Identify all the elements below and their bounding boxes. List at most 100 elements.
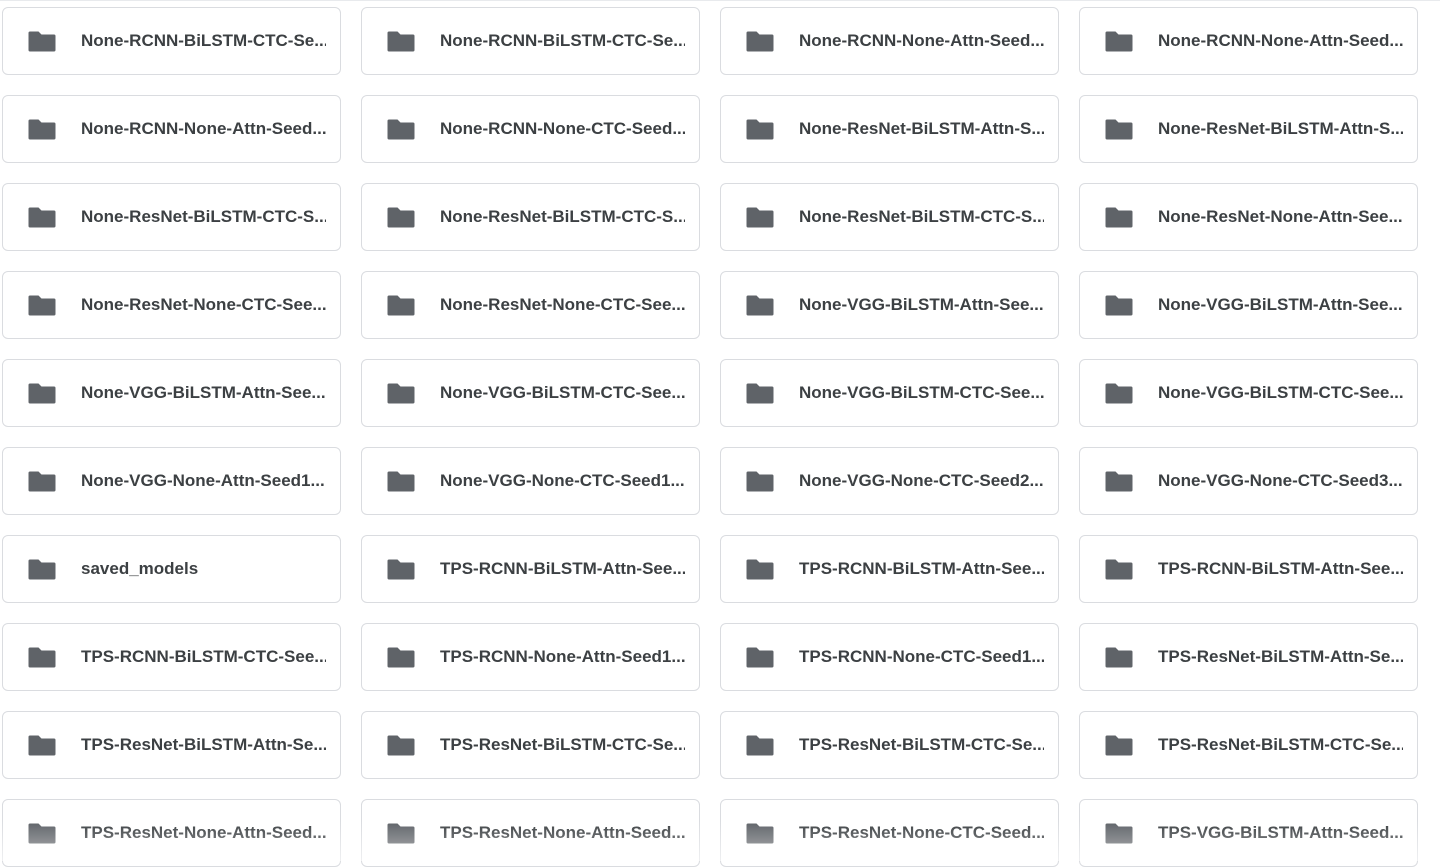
folder-icon [386, 205, 416, 229]
folder-icon [386, 821, 416, 845]
folder-name: None-ResNet-None-CTC-See... [440, 295, 685, 315]
folder-icon [1104, 293, 1134, 317]
folder-name: TPS-RCNN-None-CTC-Seed1... [799, 647, 1044, 667]
folder-icon [386, 29, 416, 53]
folder-name: TPS-ResNet-BiLSTM-Attn-Se... [81, 735, 326, 755]
folder-item[interactable]: None-VGG-BiLSTM-Attn-See... [2, 359, 341, 427]
folder-item[interactable]: None-RCNN-BiLSTM-CTC-Se... [2, 7, 341, 75]
folder-item[interactable]: None-ResNet-None-CTC-See... [361, 271, 700, 339]
folder-name: None-RCNN-None-Attn-Seed... [81, 119, 326, 139]
folder-item[interactable]: None-RCNN-None-Attn-Seed... [1079, 7, 1418, 75]
folder-item[interactable]: None-RCNN-None-Attn-Seed... [720, 7, 1059, 75]
folder-icon [745, 29, 775, 53]
folder-icon [27, 469, 57, 493]
folder-item[interactable]: None-VGG-BiLSTM-Attn-See... [1079, 271, 1418, 339]
folder-item[interactable]: TPS-ResNet-BiLSTM-Attn-Se... [1079, 623, 1418, 691]
folder-name: None-ResNet-None-Attn-See... [1158, 207, 1403, 227]
folder-name: TPS-ResNet-None-Attn-Seed... [440, 823, 685, 843]
folder-icon [386, 645, 416, 669]
folder-item[interactable]: TPS-RCNN-BiLSTM-Attn-See... [361, 535, 700, 603]
folder-name: None-RCNN-BiLSTM-CTC-Se... [81, 31, 326, 51]
folder-item[interactable]: TPS-VGG-BiLSTM-Attn-Seed... [1079, 799, 1418, 867]
folder-item[interactable]: None-VGG-BiLSTM-CTC-See... [720, 359, 1059, 427]
folder-icon [1104, 557, 1134, 581]
folder-icon [1104, 733, 1134, 757]
folder-item[interactable]: None-ResNet-BiLSTM-CTC-S... [720, 183, 1059, 251]
folder-item[interactable]: None-VGG-None-CTC-Seed2... [720, 447, 1059, 515]
folder-name: None-ResNet-BiLSTM-Attn-S... [799, 119, 1044, 139]
folder-item[interactable]: None-ResNet-None-Attn-See... [1079, 183, 1418, 251]
folder-icon [745, 645, 775, 669]
folder-icon [27, 733, 57, 757]
folder-name: TPS-ResNet-None-CTC-Seed... [799, 823, 1044, 843]
folder-item[interactable]: TPS-RCNN-None-CTC-Seed1... [720, 623, 1059, 691]
folder-name: None-ResNet-BiLSTM-CTC-S... [799, 207, 1044, 227]
folder-item[interactable]: TPS-RCNN-BiLSTM-Attn-See... [720, 535, 1059, 603]
folder-item[interactable]: saved_models [2, 535, 341, 603]
folder-name: None-RCNN-None-Attn-Seed... [1158, 31, 1403, 51]
folder-icon [745, 293, 775, 317]
folder-item[interactable]: TPS-ResNet-BiLSTM-CTC-Se... [720, 711, 1059, 779]
folder-name: TPS-RCNN-BiLSTM-Attn-See... [799, 559, 1044, 579]
folder-icon [386, 381, 416, 405]
folder-icon [27, 821, 57, 845]
folder-item[interactable]: TPS-ResNet-BiLSTM-CTC-Se... [361, 711, 700, 779]
folder-name: TPS-ResNet-BiLSTM-Attn-Se... [1158, 647, 1403, 667]
folder-item[interactable]: TPS-ResNet-None-Attn-Seed... [2, 799, 341, 867]
folder-icon [27, 557, 57, 581]
folder-item[interactable]: None-ResNet-BiLSTM-CTC-S... [2, 183, 341, 251]
folder-item[interactable]: None-VGG-BiLSTM-CTC-See... [1079, 359, 1418, 427]
folder-icon [386, 733, 416, 757]
folder-icon [27, 29, 57, 53]
folder-name: None-ResNet-BiLSTM-Attn-S... [1158, 119, 1403, 139]
folder-item[interactable]: None-ResNet-BiLSTM-CTC-S... [361, 183, 700, 251]
folder-name: TPS-ResNet-BiLSTM-CTC-Se... [440, 735, 685, 755]
folder-item[interactable]: TPS-RCNN-None-Attn-Seed1... [361, 623, 700, 691]
folder-icon [386, 117, 416, 141]
folder-name: None-RCNN-None-Attn-Seed... [799, 31, 1044, 51]
folder-icon [745, 557, 775, 581]
folder-icon [1104, 469, 1134, 493]
folder-item[interactable]: None-ResNet-BiLSTM-Attn-S... [720, 95, 1059, 163]
folder-item[interactable]: TPS-RCNN-BiLSTM-CTC-See... [2, 623, 341, 691]
folder-icon [27, 293, 57, 317]
folder-name: TPS-RCNN-BiLSTM-Attn-See... [440, 559, 685, 579]
folder-name: None-VGG-None-CTC-Seed3... [1158, 471, 1403, 491]
folder-icon [386, 293, 416, 317]
folder-item[interactable]: None-VGG-None-CTC-Seed1... [361, 447, 700, 515]
folder-item[interactable]: TPS-ResNet-None-Attn-Seed... [361, 799, 700, 867]
folder-name: TPS-ResNet-None-Attn-Seed... [81, 823, 326, 843]
folder-name: None-VGG-None-Attn-Seed1... [81, 471, 325, 491]
folder-name: None-ResNet-BiLSTM-CTC-S... [440, 207, 685, 227]
folder-item[interactable]: None-ResNet-BiLSTM-Attn-S... [1079, 95, 1418, 163]
folder-item[interactable]: TPS-ResNet-None-CTC-Seed... [720, 799, 1059, 867]
folder-item[interactable]: None-VGG-None-CTC-Seed3... [1079, 447, 1418, 515]
folder-icon [1104, 645, 1134, 669]
folder-item[interactable]: None-RCNN-None-Attn-Seed... [2, 95, 341, 163]
folder-name: None-RCNN-None-CTC-Seed... [440, 119, 685, 139]
folder-icon [745, 733, 775, 757]
folder-item[interactable]: None-RCNN-None-CTC-Seed... [361, 95, 700, 163]
folder-item[interactable]: None-VGG-BiLSTM-CTC-See... [361, 359, 700, 427]
folder-item[interactable]: TPS-ResNet-BiLSTM-CTC-Se... [1079, 711, 1418, 779]
folder-item[interactable]: None-VGG-None-Attn-Seed1... [2, 447, 341, 515]
folder-icon [745, 205, 775, 229]
folder-item[interactable]: TPS-ResNet-BiLSTM-Attn-Se... [2, 711, 341, 779]
folder-icon [1104, 821, 1134, 845]
folder-item[interactable]: TPS-RCNN-BiLSTM-Attn-See... [1079, 535, 1418, 603]
folder-item[interactable]: None-VGG-BiLSTM-Attn-See... [720, 271, 1059, 339]
folder-name: TPS-ResNet-BiLSTM-CTC-Se... [1158, 735, 1403, 755]
folder-icon [27, 645, 57, 669]
folder-icon [745, 469, 775, 493]
folder-item[interactable]: None-RCNN-BiLSTM-CTC-Se... [361, 7, 700, 75]
folder-name: TPS-ResNet-BiLSTM-CTC-Se... [799, 735, 1044, 755]
folder-name: None-VGG-None-CTC-Seed1... [440, 471, 685, 491]
folder-name: None-ResNet-None-CTC-See... [81, 295, 326, 315]
folder-item[interactable]: None-ResNet-None-CTC-See... [2, 271, 341, 339]
folder-name: None-VGG-BiLSTM-CTC-See... [1158, 383, 1403, 403]
folder-grid: None-RCNN-BiLSTM-CTC-Se... None-RCNN-BiLS… [2, 7, 1418, 867]
folder-icon [1104, 205, 1134, 229]
folder-name: TPS-RCNN-BiLSTM-Attn-See... [1158, 559, 1403, 579]
folder-name: None-VGG-None-CTC-Seed2... [799, 471, 1044, 491]
folder-icon [745, 381, 775, 405]
